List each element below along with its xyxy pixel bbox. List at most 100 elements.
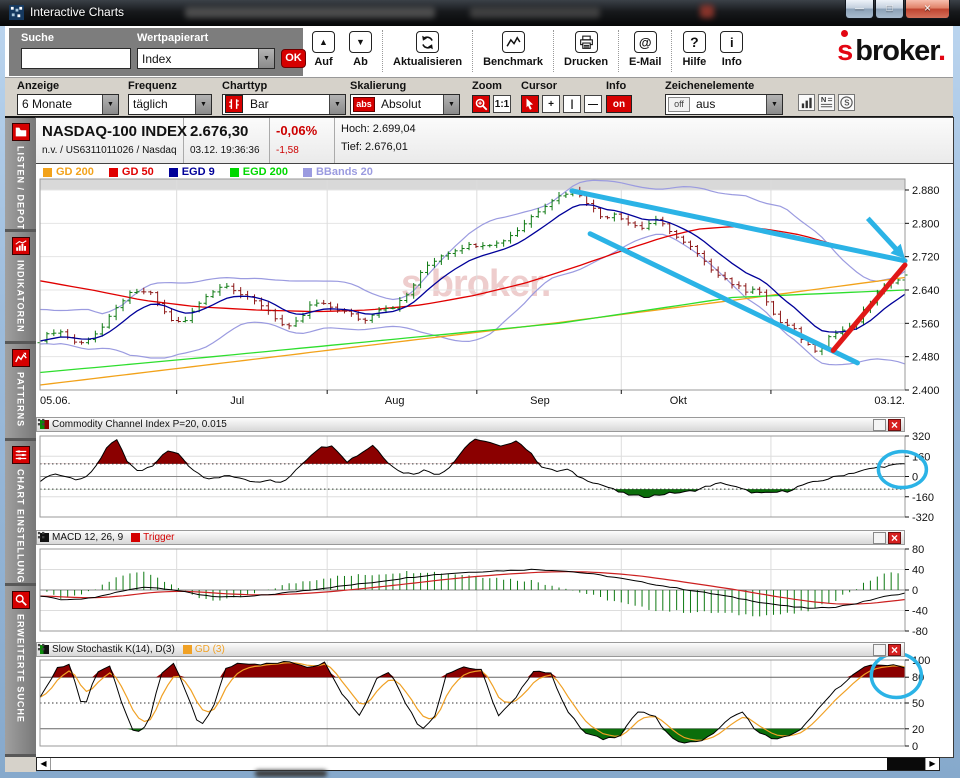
toolbar-button-drucken[interactable]: Drucken — [557, 28, 615, 68]
last-price: 2.676,30 — [190, 123, 263, 140]
svg-text:-40: -40 — [912, 606, 928, 618]
info-on-toggle[interactable]: on — [606, 95, 632, 113]
cci-settings-button[interactable] — [873, 419, 886, 431]
toolbar-button-email[interactable]: @E-Mail — [622, 28, 668, 68]
sidebar-tab-label: LISTEN / DEPOT — [16, 146, 26, 231]
sidebar-tab-indikatoren[interactable]: INDIKATOREN — [5, 232, 36, 344]
stochastik-settings-button[interactable] — [873, 644, 886, 656]
blurred-background-text — [185, 7, 435, 18]
search-input[interactable] — [21, 48, 131, 69]
maximize-button[interactable]: □ — [875, 0, 904, 19]
svg-text:40: 40 — [912, 565, 924, 577]
legend-label: BBands 20 — [316, 166, 373, 178]
trigger-label: Trigger — [143, 532, 174, 543]
svg-text:80: 80 — [912, 544, 924, 556]
chevron-down-icon[interactable]: ▼ — [443, 95, 459, 114]
svg-text:50: 50 — [912, 698, 924, 710]
blurred-background-text — [470, 7, 600, 18]
ok-button[interactable]: OK — [281, 49, 306, 68]
frequenz-group: Frequenz täglich▼ — [128, 80, 212, 114]
svg-text:2.800: 2.800 — [912, 218, 940, 230]
cci-plot[interactable]: 3201600-160-320 — [36, 417, 952, 528]
sidebar-tab-label: INDIKATOREN — [16, 260, 26, 333]
sidebar-tab-patterns[interactable]: PATTERNS — [5, 344, 36, 441]
change-percent: -0,06% — [276, 123, 328, 138]
chevron-down-icon[interactable]: ▼ — [102, 95, 118, 114]
extra-tools: N S — [795, 94, 855, 111]
chevron-down-icon[interactable]: ▼ — [195, 95, 211, 114]
zeichenelemente-select[interactable]: off aus▼ — [665, 94, 783, 115]
ohlc-bar-icon — [225, 95, 243, 113]
macd-panel-header: MACD 12, 26, 9 Trigger × — [36, 530, 905, 545]
skalierung-select[interactable]: abs Absolut▼ — [350, 94, 460, 115]
svg-text:-80: -80 — [912, 626, 928, 638]
stochastik-close-button[interactable]: × — [888, 644, 901, 656]
off-badge: off — [668, 97, 690, 112]
stochastik-panel: Slow Stochastik K(14), D(3) GD (3) × 100… — [36, 642, 952, 754]
svg-text:Jul: Jul — [230, 395, 244, 407]
frequenz-select[interactable]: täglich▼ — [128, 94, 212, 115]
cursor-vline-button[interactable]: | — [563, 95, 581, 113]
logo-word: broker — [855, 35, 938, 67]
volume-bars-button[interactable] — [798, 94, 815, 111]
sidebar-tab-chart-einstellungen[interactable]: CHART EINSTELLUNGEN — [5, 441, 36, 586]
svg-text:2.560: 2.560 — [912, 318, 940, 330]
zoom-one-to-one-button[interactable]: 1:1 — [493, 95, 511, 113]
stochastik-plot[interactable]: 1008050200 — [36, 642, 952, 754]
refresh-icon — [416, 31, 439, 53]
chevron-down-icon[interactable]: ▼ — [766, 95, 782, 114]
logo-dot: . — [938, 35, 945, 67]
main-chart-plot[interactable]: 2.8802.8002.7202.6402.5602.4802.40005.06… — [36, 165, 952, 415]
anzeige-select[interactable]: 6 Monate▼ — [17, 94, 119, 115]
svg-text:03.12.: 03.12. — [874, 395, 905, 407]
zoom-magnifier-button[interactable] — [472, 95, 490, 113]
macd-close-button[interactable]: × — [888, 532, 901, 544]
chevron-down-icon[interactable]: ▼ — [258, 49, 274, 68]
toolbar-button-ab[interactable]: ▼Ab — [342, 28, 379, 68]
info-icon: i — [720, 31, 743, 53]
svg-text:2.720: 2.720 — [912, 252, 940, 264]
minimize-button[interactable]: — — [845, 0, 874, 19]
search-panel: Suche Wertpapierart Index ▼ OK — [9, 28, 303, 76]
chevron-down-icon[interactable]: ▼ — [329, 95, 345, 114]
close-button[interactable]: × — [905, 0, 950, 19]
toolbar-button-auf[interactable]: ▲Auf — [305, 28, 342, 68]
macd-settings-button[interactable] — [873, 532, 886, 544]
macd-plot[interactable]: 80 40 0 -40 -80 — [36, 530, 952, 640]
legend-swatch — [109, 168, 118, 177]
blurred-taskbar-item — [255, 770, 327, 777]
splits-button[interactable]: S — [838, 94, 855, 111]
scroll-right-button[interactable]: ▶ — [925, 758, 939, 770]
toolbar-button-aktualisieren[interactable]: Aktualisieren — [386, 28, 469, 68]
sidebar-tab-listen-depot[interactable]: LISTEN / DEPOT — [5, 118, 36, 232]
toolbar-button-label: Ab — [353, 56, 368, 68]
arrow-up-icon: ▲ — [312, 31, 335, 53]
horizontal-scrollbar[interactable]: ◀ ▶ — [36, 757, 940, 771]
news-button[interactable]: N — [818, 94, 835, 111]
sidebar-tab-label: CHART EINSTELLUNGEN — [16, 469, 26, 586]
sidebar-tab-erweiterte-suche[interactable]: ERWEITERTE SUCHE — [5, 586, 36, 757]
svg-text:Aug: Aug — [385, 395, 405, 407]
svg-text:0: 0 — [912, 585, 918, 597]
instrument-name: NASDAQ-100 INDEX — [42, 123, 177, 140]
toolbar-separator — [671, 30, 672, 72]
instrument-price-col: 2.676,30 03.12. 19:36:36 — [184, 118, 270, 163]
main-chart-panel: s broker. GD 200GD 50EGD 9EGD 200BBands … — [36, 165, 952, 415]
scroll-left-button[interactable]: ◀ — [37, 758, 51, 770]
cci-close-button[interactable]: × — [888, 419, 901, 431]
toolbar-button-label: Benchmark — [483, 56, 543, 68]
cursor-crosshair-button[interactable]: + — [542, 95, 560, 113]
cursor-arrow-button[interactable] — [521, 95, 539, 113]
charttyp-select[interactable]: Bar▼ — [222, 94, 346, 115]
window-title: Interactive Charts — [30, 5, 124, 19]
toolbar-button-label: Hilfe — [682, 56, 706, 68]
cursor-hline-button[interactable]: — — [584, 95, 602, 113]
toolbar-button-info[interactable]: iInfo — [713, 28, 750, 68]
abs-badge: abs — [353, 97, 375, 112]
toolbar-button-hilfe[interactable]: ?Hilfe — [675, 28, 713, 68]
toolbar-button-benchmark[interactable]: Benchmark — [476, 28, 550, 68]
legend-label: EGD 200 — [243, 166, 288, 178]
security-type-select[interactable]: Index ▼ — [137, 48, 275, 69]
zoom-group: Zoom 1:1 — [472, 80, 514, 114]
cci-panel-header: Commodity Channel Index P=20, 0.015 × — [36, 417, 905, 432]
